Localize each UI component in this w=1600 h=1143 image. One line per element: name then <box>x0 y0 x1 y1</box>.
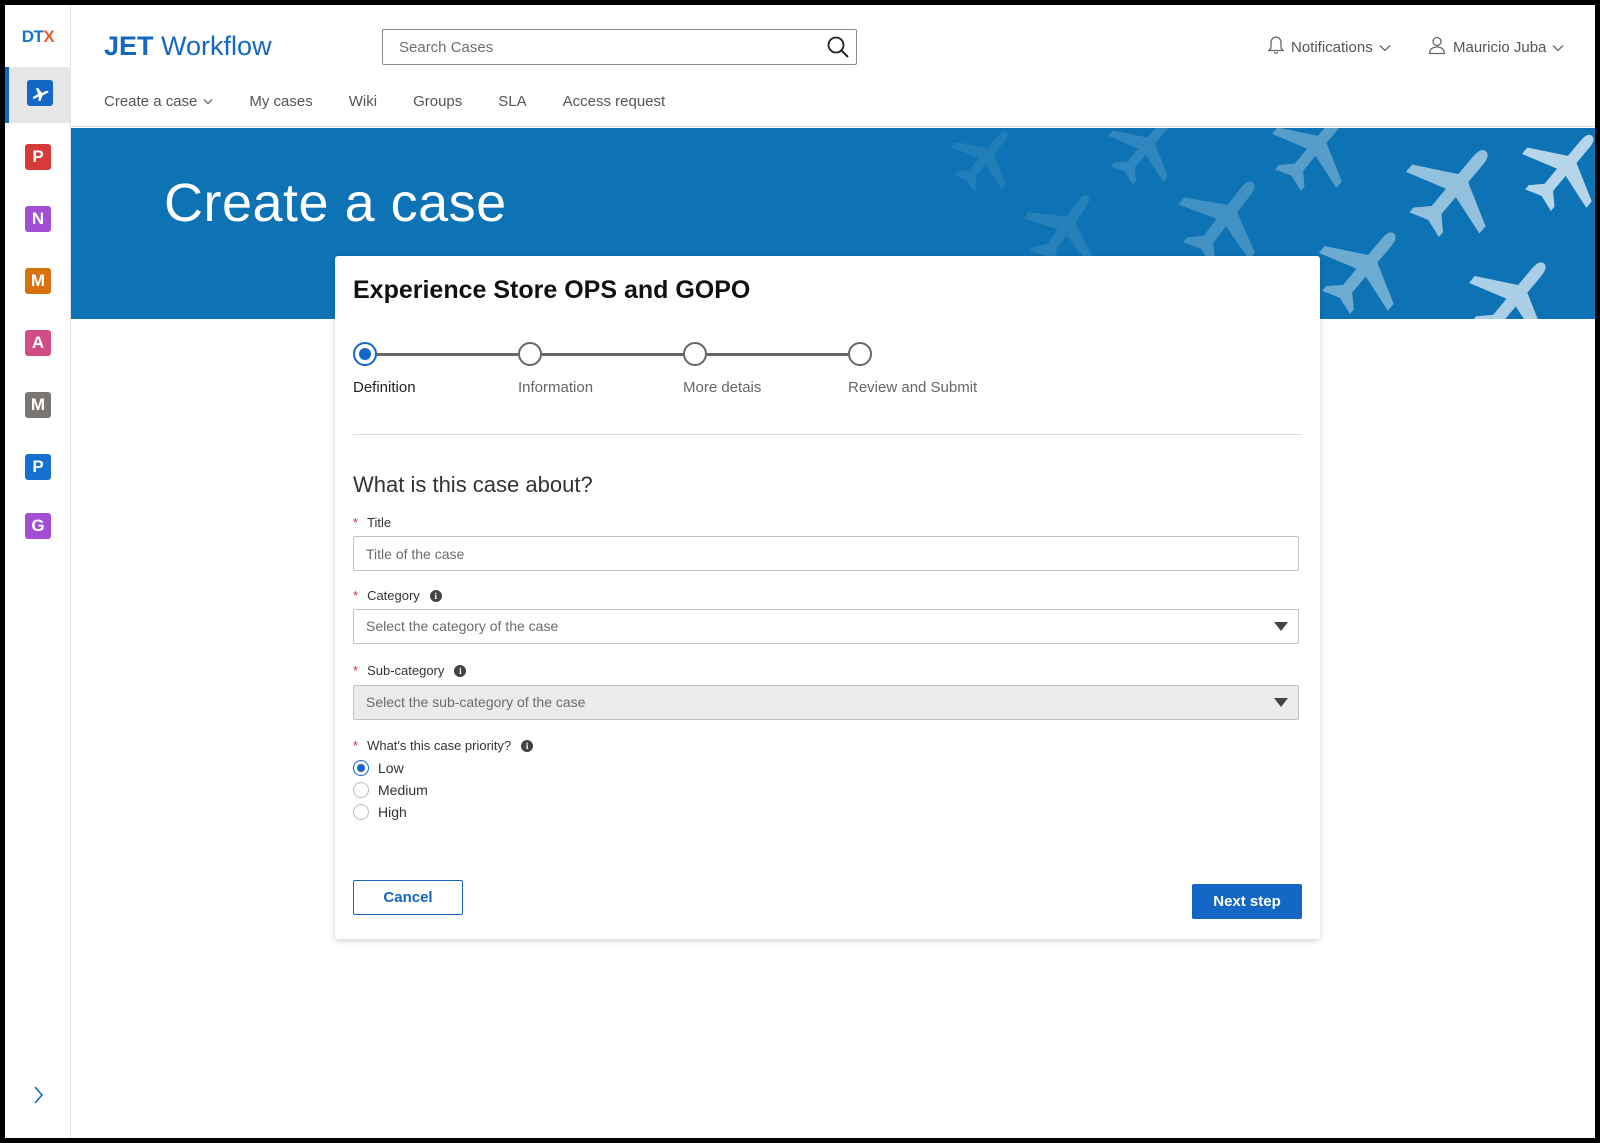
step-4-label: Review and Submit <box>848 379 978 396</box>
card-title: Experience Store OPS and GOPO <box>353 276 751 304</box>
app-badge: N <box>25 206 51 232</box>
step-connector <box>377 353 518 356</box>
subcategory-label: * Sub-category i <box>353 663 467 678</box>
nav-sla[interactable]: SLA <box>498 93 526 110</box>
notifications-label: Notifications <box>1291 38 1373 56</box>
dtx-logo[interactable]: DTX <box>5 27 71 47</box>
subcategory-label-text: Sub-category <box>367 663 445 678</box>
rail-item-app-4[interactable]: A <box>5 315 71 371</box>
required-marker: * <box>353 738 359 753</box>
info-icon[interactable]: i <box>429 589 442 602</box>
chevron-down-icon <box>1552 39 1564 56</box>
category-label: * Category i <box>353 588 442 603</box>
title-label: * Title <box>353 515 391 530</box>
priority-option-low[interactable]: Low <box>353 760 404 776</box>
search-icon[interactable] <box>826 35 850 64</box>
priority-option-label: Low <box>378 760 404 776</box>
subcategory-select[interactable]: Select the sub-category of the case <box>353 685 1299 720</box>
category-placeholder: Select the category of the case <box>366 618 559 634</box>
info-icon[interactable]: i <box>454 664 467 677</box>
progress-stepper: Definition Information More detais Revie… <box>353 342 1013 402</box>
rail-item-app-1[interactable]: P <box>5 129 71 185</box>
app-badge: M <box>25 392 51 418</box>
airplane-icon <box>27 79 53 111</box>
user-menu[interactable]: Mauricio Juba <box>1427 35 1564 59</box>
priority-option-label: Medium <box>378 782 428 798</box>
priority-label: * What's this case priority? i <box>353 738 534 753</box>
app-badge: M <box>25 268 51 294</box>
next-step-button[interactable]: Next step <box>1192 884 1302 919</box>
search-input[interactable] <box>383 30 803 64</box>
nav-my-cases[interactable]: My cases <box>249 93 312 110</box>
priority-option-label: High <box>378 804 407 820</box>
radio-button[interactable] <box>353 782 369 798</box>
step-1-label: Definition <box>353 379 416 396</box>
step-connector <box>542 353 683 356</box>
radio-button[interactable] <box>353 760 369 776</box>
caret-down-icon <box>1274 622 1288 631</box>
step-2-label: Information <box>518 379 594 396</box>
section-heading: What is this case about? <box>353 472 593 497</box>
step-connector <box>707 353 848 356</box>
logo-accent: X <box>43 27 55 46</box>
subcategory-placeholder: Select the sub-category of the case <box>366 694 586 710</box>
nav-create-case[interactable]: Create a case <box>104 93 213 110</box>
caret-down-icon <box>1274 698 1288 707</box>
page-title: Create a case <box>164 173 507 233</box>
app-badge: G <box>25 513 51 539</box>
brand-rest: Workflow <box>161 31 272 61</box>
step-3-label: More detais <box>683 379 762 396</box>
rail-item-app-2[interactable]: N <box>5 191 71 247</box>
rail-item-app-6[interactable]: P <box>5 439 71 495</box>
create-case-card: Experience Store OPS and GOPO Definition… <box>335 256 1320 939</box>
divider <box>353 434 1302 435</box>
cancel-button[interactable]: Cancel <box>353 880 463 915</box>
step-4-indicator[interactable] <box>848 342 872 366</box>
chevron-down-icon <box>1379 39 1391 56</box>
app-badge: P <box>25 144 51 170</box>
required-marker: * <box>353 588 359 603</box>
user-icon <box>1427 35 1447 59</box>
rail-item-app-7[interactable]: G <box>5 498 71 554</box>
nav-access-request[interactable]: Access request <box>563 93 666 110</box>
expand-rail-button[interactable] <box>5 1085 71 1110</box>
category-label-text: Category <box>367 588 420 603</box>
chevron-down-icon <box>203 98 213 105</box>
title-field-box <box>353 536 1299 571</box>
nav-wiki[interactable]: Wiki <box>349 93 377 110</box>
top-header: JET Workflow Notifications Mauricio Juba <box>71 5 1595 127</box>
priority-option-high[interactable]: High <box>353 804 407 820</box>
info-icon[interactable]: i <box>521 739 534 752</box>
nav-groups[interactable]: Groups <box>413 93 462 110</box>
bell-icon <box>1267 35 1285 59</box>
title-label-text: Title <box>367 515 392 530</box>
rail-item-app-3[interactable]: M <box>5 253 71 309</box>
logo-text: DT <box>21 27 44 46</box>
user-name: Mauricio Juba <box>1453 38 1547 56</box>
category-select[interactable]: Select the category of the case <box>353 609 1299 644</box>
rail-item-jet-workflow[interactable] <box>5 67 71 123</box>
required-marker: * <box>353 515 359 530</box>
notifications-menu[interactable]: Notifications <box>1267 35 1391 59</box>
step-3-indicator[interactable] <box>683 342 707 366</box>
required-marker: * <box>353 663 359 678</box>
app-rail: DTX P N M A M P G <box>5 5 71 1138</box>
rail-item-app-5[interactable]: M <box>5 377 71 433</box>
step-1-indicator[interactable] <box>353 342 377 366</box>
brand-bold: JET <box>104 31 154 61</box>
radio-button[interactable] <box>353 804 369 820</box>
search-box <box>382 29 857 65</box>
app-window: DTX P N M A M P G JET Workflow Search Ca… <box>5 5 1595 1138</box>
main-nav: Create a case My cases Wiki Groups SLA A… <box>104 93 665 110</box>
priority-label-text: What's this case priority? <box>367 738 512 753</box>
chevron-right-icon <box>31 1086 45 1109</box>
app-brand[interactable]: JET Workflow <box>104 31 272 62</box>
app-badge: P <box>25 454 51 480</box>
priority-option-medium[interactable]: Medium <box>353 782 428 798</box>
nav-label: Create a case <box>104 93 198 110</box>
title-input[interactable] <box>354 537 1298 570</box>
step-2-indicator[interactable] <box>518 342 542 366</box>
app-badge: A <box>25 330 51 356</box>
